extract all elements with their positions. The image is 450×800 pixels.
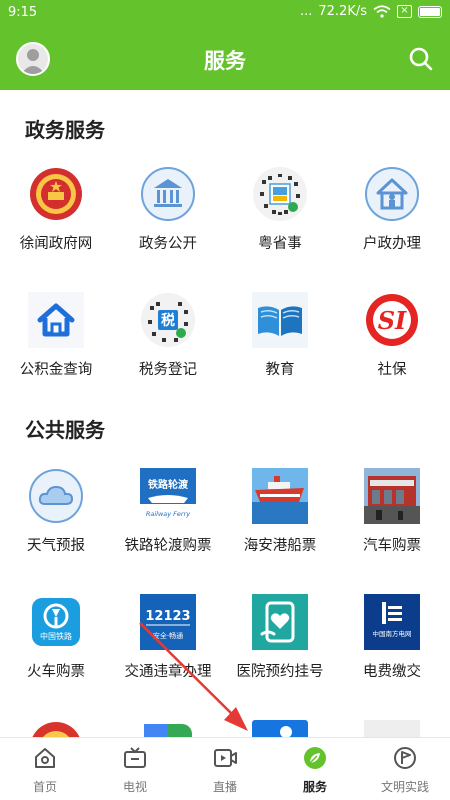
nav-live[interactable]: 直播 — [180, 738, 270, 800]
traffic-12123-logo-icon: 12123 安全·畅通 — [140, 594, 196, 650]
traffic-number: 12123 — [145, 609, 190, 624]
national-emblem-icon — [28, 166, 84, 222]
nav-label: 直播 — [212, 780, 237, 794]
wifi-icon — [373, 5, 391, 18]
service-label: 医院预约挂号 — [236, 664, 324, 680]
service-electricity[interactable]: 中国南方电网 电费缴交 — [336, 594, 448, 704]
bottom-nav: 首页 电视 直播 服务 文明实践 — [0, 737, 450, 800]
service-haian-ferry[interactable]: 海安港船票 — [224, 468, 336, 578]
service-leaf-icon — [304, 747, 326, 769]
service-weather[interactable]: 天气预报 — [0, 468, 112, 578]
service-train-ticket[interactable]: 中国铁路 火车购票 — [0, 594, 112, 704]
close-box-icon: × — [397, 5, 412, 18]
service-gov-affairs[interactable]: 政务公开 — [112, 166, 224, 276]
book-icon — [252, 292, 308, 348]
qr-code-icon — [252, 166, 308, 222]
cloud-icon — [28, 468, 84, 524]
housing-fund-house-icon — [28, 292, 84, 348]
partial-blue-icon — [252, 720, 308, 737]
nav-practice[interactable]: 文明实践 — [360, 738, 450, 800]
search-icon[interactable] — [408, 46, 434, 72]
network-speed: 72.2K/s — [318, 4, 367, 19]
partial-gray-icon — [364, 720, 420, 737]
service-hospital[interactable]: 医院预约挂号 — [224, 594, 336, 704]
nav-label: 电视 — [122, 780, 147, 794]
service-household[interactable]: 户政办理 — [336, 166, 448, 276]
service-label: 汽车购票 — [363, 538, 421, 554]
practice-flag-icon — [394, 747, 416, 769]
section-title-public: 公共服务 — [25, 418, 105, 442]
services-content[interactable]: 政务服务 徐闻政府网 政务公开 粤省事 户政办理 公积金查询 税 税务登记 教育… — [0, 90, 450, 737]
service-bus-ticket[interactable]: 汽车购票 — [336, 468, 448, 578]
status-bar: 9:15 ... 72.2K/s × — [0, 0, 450, 28]
partial-map-icon — [140, 720, 196, 737]
power-grid-logo-icon: 中国南方电网 — [364, 594, 420, 650]
china-railway-text: 中国铁路 — [40, 631, 72, 641]
service-label: 天气预报 — [27, 538, 85, 554]
service-label: 交通违章办理 — [124, 664, 212, 680]
service-label: 徐闻政府网 — [19, 236, 93, 252]
shebao-text: SI — [378, 306, 407, 335]
service-partial-3[interactable] — [224, 720, 336, 737]
service-traffic-violation[interactable]: 12123 安全·畅通 交通违章办理 — [112, 594, 224, 704]
ship-photo-icon — [252, 468, 308, 524]
page-title: 服务 — [204, 49, 246, 73]
china-railway-logo-icon: 中国铁路 — [28, 594, 84, 650]
partial-red-icon — [28, 720, 84, 737]
rail-ferry-text: 铁路轮渡 — [148, 478, 189, 491]
service-xuwen-gov[interactable]: 徐闻政府网 — [0, 166, 112, 276]
nav-service[interactable]: 服务 — [270, 738, 360, 800]
service-social-security[interactable]: SI 社保 — [336, 292, 448, 402]
service-yueshengshi[interactable]: 粤省事 — [224, 166, 336, 276]
nav-label: 文明实践 — [380, 780, 429, 794]
service-label: 教育 — [265, 362, 295, 378]
grid-company-text: 中国南方电网 — [373, 629, 412, 638]
service-education[interactable]: 教育 — [224, 292, 336, 402]
service-label: 政务公开 — [139, 236, 197, 252]
service-housing-fund[interactable]: 公积金查询 — [0, 292, 112, 402]
service-partial-1[interactable] — [0, 720, 112, 737]
status-time: 9:15 — [8, 5, 38, 20]
service-partial-4[interactable] — [336, 720, 448, 737]
tax-qr-icon: 税 — [140, 292, 196, 348]
battery-icon — [418, 5, 442, 18]
signal-dots: ... — [299, 4, 313, 19]
tv-icon — [124, 747, 146, 768]
bus-station-photo-icon — [364, 468, 420, 524]
government-building-icon — [140, 166, 196, 222]
nav-label: 服务 — [302, 780, 327, 794]
nav-label: 首页 — [32, 780, 57, 794]
service-label: 社保 — [377, 362, 407, 378]
service-label: 火车购票 — [27, 664, 85, 680]
tax-char: 税 — [161, 312, 175, 329]
hospital-tablet-icon — [252, 594, 308, 650]
service-label: 粤省事 — [258, 236, 302, 252]
section-title-government: 政务服务 — [25, 118, 105, 142]
service-label: 电费缴交 — [363, 664, 421, 680]
service-label: 铁路轮渡购票 — [124, 538, 212, 554]
rail-ferry-logo-icon: 铁路轮渡 Railway Ferry — [140, 468, 196, 524]
service-label: 公积金查询 — [19, 362, 93, 378]
service-rail-ferry[interactable]: 铁路轮渡 Railway Ferry 铁路轮渡购票 — [112, 468, 224, 578]
live-video-icon — [214, 749, 237, 767]
rail-ferry-sub: Railway Ferry — [146, 510, 190, 518]
service-label: 户政办理 — [363, 236, 421, 252]
social-security-logo-icon: SI — [364, 292, 420, 348]
household-house-icon — [364, 166, 420, 222]
nav-tv[interactable]: 电视 — [90, 738, 180, 800]
home-icon — [35, 748, 55, 768]
service-label: 海安港船票 — [243, 538, 317, 554]
traffic-sub: 安全·畅通 — [153, 631, 183, 640]
top-bar: 服务 — [0, 28, 450, 90]
service-partial-2[interactable] — [112, 720, 224, 737]
service-label: 税务登记 — [139, 362, 197, 378]
service-tax[interactable]: 税 税务登记 — [112, 292, 224, 402]
nav-home[interactable]: 首页 — [0, 738, 90, 800]
